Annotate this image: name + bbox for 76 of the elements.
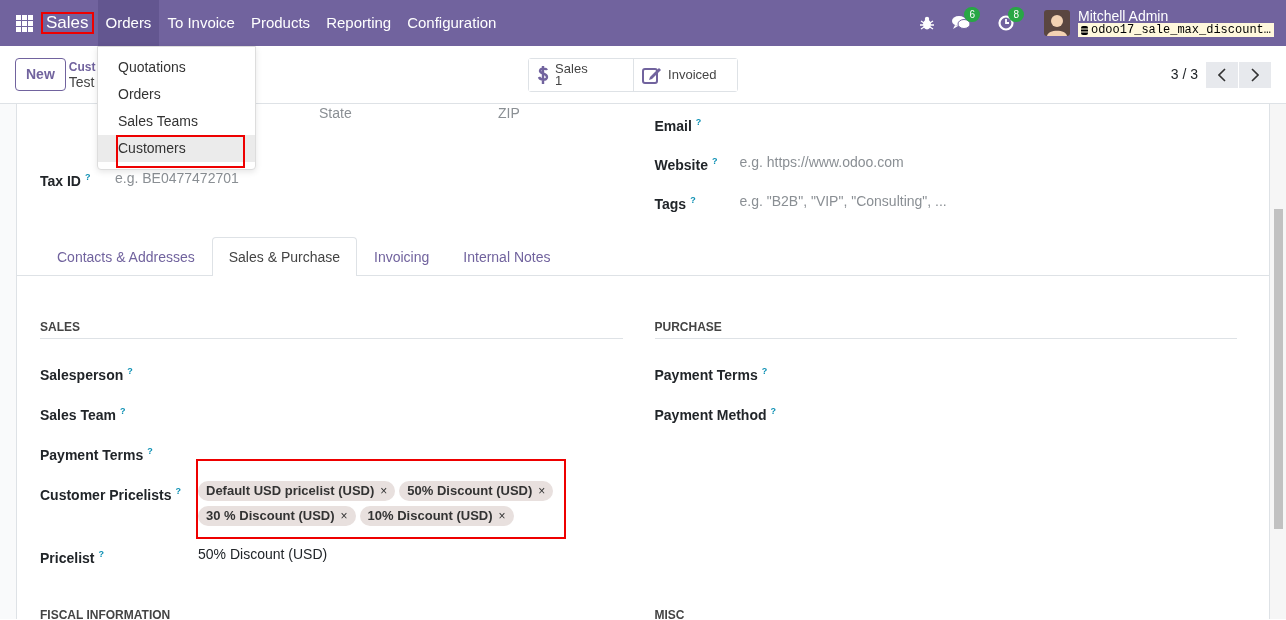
help-icon[interactable]: ? (85, 172, 91, 182)
field-label: Website $^{?}$ (654, 154, 719, 175)
field-label: Tags $^{?}$ (654, 193, 697, 214)
section-title: SALES (40, 320, 623, 339)
database-name: odoo17_sale_max_discount… (1077, 23, 1274, 37)
remove-tag-button[interactable]: × (498, 507, 506, 525)
menu-item[interactable]: Configuration (399, 0, 505, 46)
menu-item[interactable]: Products (242, 0, 319, 46)
tag[interactable]: 30 % Discount (USD) × (198, 506, 356, 526)
next-button[interactable] (1239, 61, 1271, 88)
tag[interactable]: 50% Discount (USD) × (399, 481, 554, 501)
field-label: Pricelist $^{?}$ (40, 548, 105, 568)
apps-menu-icon[interactable] (16, 14, 33, 32)
help-icon[interactable]: ? (695, 116, 702, 127)
field-label: Customer Pricelists $^{?}$ (40, 485, 182, 505)
menu-entry[interactable]: Customers (98, 135, 255, 162)
breadcrumb-item[interactable]: Cust (68, 59, 96, 75)
input-field[interactable]: e.g. "B2B", "VIP", "Consulting", ... (739, 191, 947, 212)
help-icon[interactable]: ? (770, 406, 776, 416)
field-label: Payment Terms $^{?}$ (40, 445, 154, 465)
app-name[interactable]: Sales (41, 12, 94, 34)
field-label: Payment Terms $^{?}$ (654, 365, 769, 385)
help-icon[interactable]: ? (175, 486, 181, 496)
help-icon[interactable]: ? (98, 549, 104, 559)
tab[interactable]: Internal Notes (446, 237, 568, 276)
state-field[interactable]: State (319, 104, 498, 123)
remove-tag-button[interactable]: × (380, 482, 388, 500)
previous-button[interactable] (1206, 61, 1238, 88)
input-field[interactable]: e.g. https://www.odoo.com (739, 152, 904, 173)
dollar-icon (537, 64, 550, 85)
menu-entry[interactable]: Orders (98, 81, 255, 108)
help-icon[interactable]: ? (127, 366, 133, 376)
breadcrumb-item: Test (68, 74, 96, 90)
edit-icon (642, 65, 663, 84)
tab[interactable]: Invoicing (357, 237, 447, 276)
menu-item[interactable]: To Invoice (159, 0, 243, 46)
menu-entry[interactable]: Sales Teams (98, 108, 255, 135)
chevron-right-icon (1251, 67, 1259, 82)
menu-entry[interactable]: Quotations (98, 54, 255, 81)
section-title: MISC (654, 608, 1237, 619)
remove-tag-button[interactable]: × (340, 507, 348, 525)
zip-field[interactable]: ZIP (498, 104, 520, 123)
field-label: Sales Team $^{?}$ (40, 405, 127, 425)
bug-icon (919, 16, 934, 30)
tax-id-field[interactable]: e.g. BE0477472701 (115, 168, 239, 190)
help-icon[interactable]: ? (690, 194, 696, 205)
help-icon[interactable]: ? (711, 155, 718, 166)
help-icon[interactable]: ? (147, 446, 153, 456)
tag[interactable]: Default USD pricelist (USD) × (198, 481, 396, 501)
chevron-left-icon (1218, 67, 1226, 82)
menu-item[interactable]: Reporting (318, 0, 400, 46)
field-label: Tax ID $^{?}$ (40, 171, 92, 191)
count-badge: 8 (1008, 7, 1024, 22)
tag[interactable]: 10% Discount (USD) × (359, 506, 514, 526)
scrollbar[interactable] (1270, 104, 1286, 619)
new-button[interactable]: New (15, 58, 66, 91)
avatar-icon[interactable] (1043, 10, 1070, 36)
smart-button[interactable]: Invoiced (633, 58, 738, 91)
chat-icon[interactable] (951, 15, 970, 31)
count-badge: 6 (964, 7, 980, 22)
help-icon[interactable]: ? (761, 366, 768, 376)
tab[interactable]: Sales & Purchase (211, 237, 358, 276)
clock-icon[interactable] (997, 15, 1014, 31)
remove-tag-button[interactable]: × (538, 482, 546, 500)
database-icon (1080, 25, 1088, 35)
field-value: 50% Discount (USD) (198, 545, 328, 564)
pager-value: 3 / 3 (1170, 65, 1198, 84)
help-icon[interactable]: ? (120, 406, 126, 416)
section-title: PURCHASE (654, 320, 1237, 339)
tab[interactable]: Contacts & Addresses (40, 237, 212, 276)
menu-item[interactable]: Orders (97, 0, 160, 46)
field-label: Salesperson $^{?}$ (40, 365, 134, 385)
field-label: Email $^{?}$ (654, 115, 703, 136)
field-label: Payment Method $^{?}$ (654, 405, 777, 425)
section-title: FISCAL INFORMATION (40, 608, 623, 619)
user-name[interactable]: Mitchell Admin (1077, 9, 1274, 23)
